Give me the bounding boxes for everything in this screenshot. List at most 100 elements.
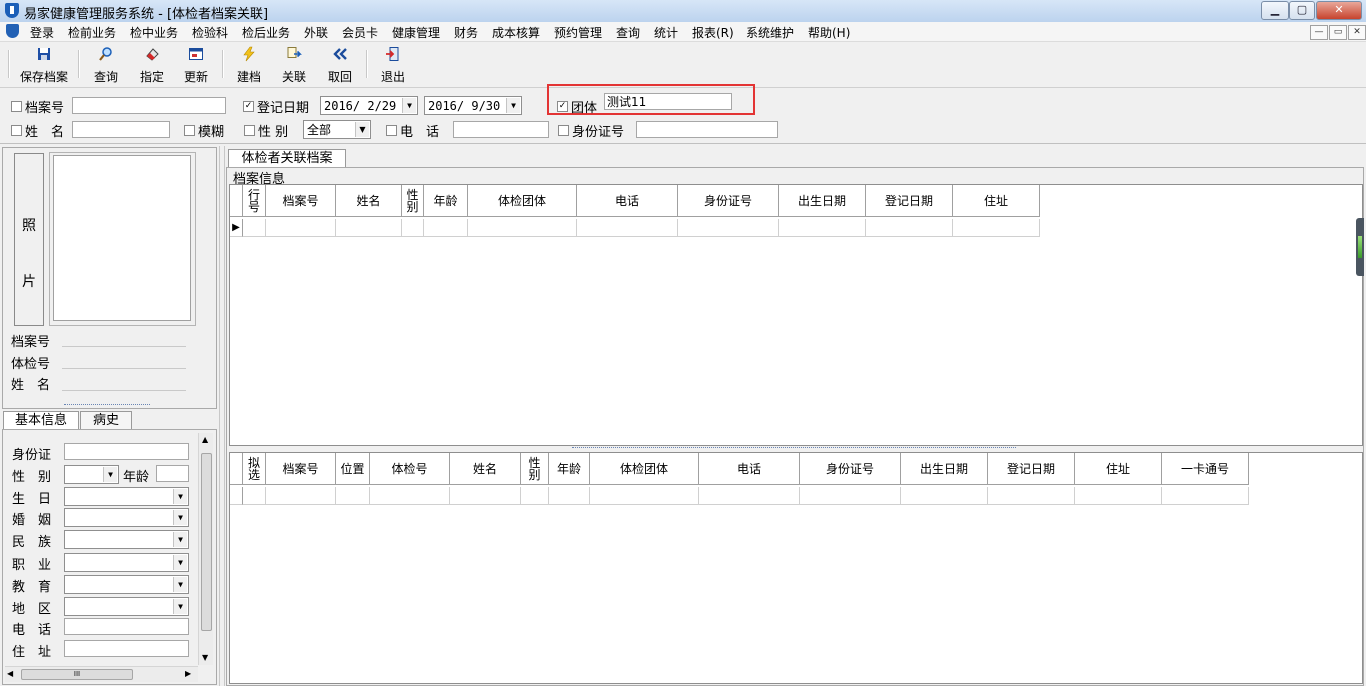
side-panel-handle[interactable] (1356, 218, 1364, 276)
table-cell[interactable] (953, 219, 1040, 237)
chevron-down-icon[interactable]: ▼ (173, 489, 187, 504)
scroll-up-icon[interactable]: ▲ (202, 435, 208, 444)
photo-button[interactable]: 照 片 (14, 153, 44, 326)
table-cell[interactable] (370, 487, 450, 505)
menu-member-card[interactable]: 会员卡 (342, 24, 378, 41)
col-header-card-no[interactable]: 一卡通号 (1162, 453, 1249, 485)
save-archive-button[interactable]: 保存档案 (16, 46, 72, 84)
mdi-minimize-button[interactable]: — (1310, 25, 1328, 40)
form-age-input[interactable] (156, 465, 189, 482)
form-occupation-select[interactable]: ▼ (64, 553, 189, 572)
table-cell[interactable] (521, 487, 549, 505)
table-cell[interactable] (243, 219, 266, 237)
chevron-down-icon[interactable]: ▼ (355, 122, 369, 137)
chevron-down-icon[interactable]: ▼ (506, 98, 520, 113)
form-gender-select[interactable]: ▼ (64, 465, 119, 484)
col-header-position[interactable]: 位置 (336, 453, 370, 485)
menu-outreach[interactable]: 外联 (304, 24, 328, 41)
id-no-checkbox[interactable] (558, 125, 569, 136)
col-header-exam-group[interactable]: 体检团体 (468, 185, 577, 217)
col-header-gender[interactable]: 性 别 (402, 185, 424, 217)
table-cell[interactable] (866, 219, 953, 237)
form-ethnicity-select[interactable]: ▼ (64, 530, 189, 549)
reg-date-from-picker[interactable]: 2016/ 2/29 ▼ (320, 96, 418, 115)
col-header-reg-date[interactable]: 登记日期 (988, 453, 1075, 485)
col-header-phone[interactable]: 电话 (577, 185, 678, 217)
gender-select[interactable]: 全部 ▼ (303, 120, 371, 139)
query-button[interactable]: 查询 (88, 46, 124, 84)
mdi-restore-button[interactable]: ▭ (1329, 25, 1347, 40)
chevron-down-icon[interactable]: ▼ (402, 98, 416, 113)
form-birthday-select[interactable]: ▼ (64, 487, 189, 506)
link-button[interactable]: 关联 (276, 46, 312, 84)
maximize-button[interactable]: ▢ (1289, 1, 1315, 20)
form-marital-select[interactable]: ▼ (64, 508, 189, 527)
close-button[interactable]: ✕ (1316, 1, 1362, 20)
panel-splitter[interactable] (219, 146, 225, 686)
col-header-age[interactable]: 年龄 (424, 185, 468, 217)
gender-checkbox[interactable] (244, 125, 255, 136)
phone-checkbox[interactable] (386, 125, 397, 136)
col-header-name[interactable]: 姓名 (336, 185, 402, 217)
col-header-row-no[interactable]: 行 号 (243, 185, 266, 217)
group-input[interactable]: 测试11 (604, 93, 732, 110)
menu-help[interactable]: 帮助(H) (808, 24, 850, 41)
table-cell[interactable] (1162, 487, 1249, 505)
menu-appointment[interactable]: 预约管理 (554, 24, 602, 41)
id-no-input[interactable] (636, 121, 778, 138)
col-header-phone[interactable]: 电话 (699, 453, 800, 485)
update-button[interactable]: 更新 (178, 46, 214, 84)
table-cell[interactable] (468, 219, 577, 237)
form-address-input[interactable] (64, 640, 189, 657)
col-header-age[interactable]: 年龄 (549, 453, 590, 485)
menu-stats[interactable]: 统计 (654, 24, 678, 41)
menu-in-exam[interactable]: 检中业务 (130, 24, 178, 41)
name-input[interactable] (72, 121, 170, 138)
grid-splitter-handle[interactable] (572, 447, 1016, 451)
table-cell[interactable] (336, 219, 402, 237)
chevron-down-icon[interactable]: ▼ (103, 467, 117, 482)
form-vertical-scrollbar[interactable]: ▲ ▼ (198, 433, 213, 665)
chevron-down-icon[interactable]: ▼ (173, 532, 187, 547)
form-region-select[interactable]: ▼ (64, 597, 189, 616)
col-header-id-no[interactable]: 身份证号 (800, 453, 901, 485)
col-header-name[interactable]: 姓名 (450, 453, 521, 485)
menu-lab[interactable]: 检验科 (192, 24, 228, 41)
table-cell[interactable] (266, 219, 336, 237)
minimize-button[interactable]: ▁ (1261, 1, 1289, 20)
reg-date-checkbox[interactable]: ✓ (243, 101, 254, 112)
chevron-down-icon[interactable]: ▼ (173, 510, 187, 525)
mdi-close-button[interactable]: ✕ (1348, 25, 1366, 40)
col-header-archive-no[interactable]: 档案号 (266, 453, 336, 485)
fuzzy-checkbox[interactable] (184, 125, 195, 136)
table-cell[interactable] (1075, 487, 1162, 505)
archive-no-checkbox[interactable] (11, 101, 22, 112)
assign-button[interactable]: 指定 (134, 46, 170, 84)
table-cell[interactable] (243, 487, 266, 505)
menu-system[interactable]: 系统维护 (746, 24, 794, 41)
form-scroll-thumb[interactable] (201, 453, 212, 631)
table-cell[interactable] (336, 487, 370, 505)
scroll-left-icon[interactable]: ◀ (7, 669, 13, 678)
form-horizontal-scrollbar[interactable]: ◀ III ▶ (5, 666, 198, 682)
scroll-down-icon[interactable]: ▼ (202, 653, 208, 662)
tab-medical-history[interactable]: 病史 (80, 411, 132, 430)
exit-button[interactable]: 退出 (375, 46, 411, 84)
table-cell[interactable] (699, 487, 800, 505)
form-hscroll-thumb[interactable]: III (21, 669, 133, 680)
col-header-select[interactable]: 拟 选 (243, 453, 266, 485)
menu-finance[interactable]: 财务 (454, 24, 478, 41)
name-checkbox[interactable] (11, 125, 22, 136)
col-header-gender[interactable]: 性 别 (521, 453, 549, 485)
left-splitter-handle[interactable] (64, 404, 150, 408)
table-cell[interactable] (450, 487, 521, 505)
menu-query[interactable]: 查询 (616, 24, 640, 41)
table-cell[interactable] (800, 487, 901, 505)
tab-basic-info[interactable]: 基本信息 (3, 411, 79, 430)
col-header-address[interactable]: 住址 (953, 185, 1040, 217)
scroll-right-icon[interactable]: ▶ (185, 669, 191, 678)
form-education-select[interactable]: ▼ (64, 575, 189, 594)
retrieve-button[interactable]: 取回 (322, 46, 358, 84)
menu-post-exam[interactable]: 检后业务 (242, 24, 290, 41)
menu-pre-exam[interactable]: 检前业务 (68, 24, 116, 41)
